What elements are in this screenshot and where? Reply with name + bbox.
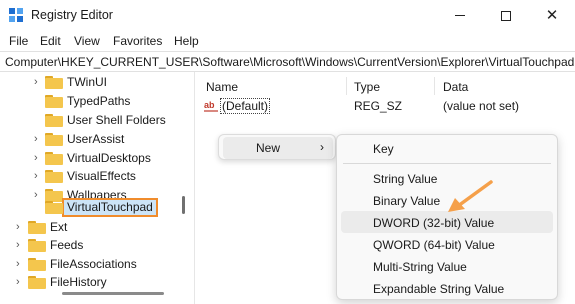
- submenu-item-label: Binary Value: [373, 194, 441, 208]
- menu-edit[interactable]: Edit: [40, 34, 61, 48]
- registry-editor-icon: [9, 8, 24, 23]
- folder-icon: [45, 95, 63, 108]
- value-type: REG_SZ: [354, 99, 403, 113]
- tree-item-feeds[interactable]: › Feeds: [0, 236, 194, 255]
- menu-favorites[interactable]: Favorites: [113, 34, 162, 48]
- key-tree[interactable]: › TWinUI TypedPaths User Shell Folders ›…: [0, 72, 195, 304]
- tree-item-visualeffects[interactable]: › VisualEffects: [0, 167, 194, 186]
- value-name: (Default): [222, 99, 269, 113]
- submenu-arrow-icon: ›: [320, 140, 324, 154]
- minimize-icon: [455, 15, 465, 16]
- folder-icon: [45, 170, 63, 183]
- tree-item-label: UserAssist: [67, 132, 125, 146]
- tree-item-virtualtouchpad[interactable]: VirtualTouchpad: [0, 198, 194, 217]
- tree-item-twinui[interactable]: › TWinUI: [0, 73, 194, 92]
- maximize-icon: [501, 10, 511, 21]
- context-menu: New ›: [218, 134, 336, 160]
- expand-chevron-icon[interactable]: ›: [34, 76, 44, 88]
- submenu-item-label: Key: [373, 142, 394, 156]
- submenu-item-dword-value[interactable]: DWORD (32-bit) Value: [341, 211, 553, 233]
- tree-item-label: FileHistory: [50, 275, 107, 289]
- tree-item-label: FileAssociations: [50, 257, 137, 271]
- column-header-type[interactable]: Type: [354, 80, 380, 94]
- title-bar: Registry Editor ✕: [0, 0, 575, 31]
- value-row[interactable]: ab (Default) REG_SZ (value not set): [198, 97, 575, 115]
- expand-chevron-icon[interactable]: ›: [34, 133, 44, 145]
- expand-chevron-icon[interactable]: ›: [16, 276, 26, 288]
- tree-item-typedpaths[interactable]: TypedPaths: [0, 92, 194, 111]
- tree-item-label: TypedPaths: [67, 94, 131, 108]
- tree-item-label: VirtualTouchpad: [67, 200, 153, 214]
- folder-icon: [28, 276, 46, 289]
- submenu-item-multi-string-value[interactable]: Multi-String Value: [341, 255, 553, 277]
- tree-item-filehistory[interactable]: › FileHistory: [0, 273, 194, 292]
- address-bar[interactable]: Computer\HKEY_CURRENT_USER\Software\Micr…: [0, 51, 575, 72]
- tree-item-userassist[interactable]: › UserAssist: [0, 130, 194, 149]
- new-submenu: Key String Value Binary Value DWORD (32-…: [336, 134, 558, 300]
- tree-item-label: Ext: [50, 220, 68, 234]
- column-divider[interactable]: [346, 77, 347, 95]
- column-header-data[interactable]: Data: [443, 80, 468, 94]
- tree-item-fileassociations[interactable]: › FileAssociations: [0, 255, 194, 274]
- submenu-item-qword-value[interactable]: QWORD (64-bit) Value: [341, 233, 553, 255]
- folder-icon: [45, 76, 63, 89]
- folder-icon: [45, 114, 63, 127]
- tree-item-label: User Shell Folders: [67, 113, 166, 127]
- tree-vertical-scrollbar[interactable]: [182, 196, 185, 214]
- expand-chevron-icon[interactable]: ›: [16, 221, 26, 233]
- folder-icon: [28, 221, 46, 234]
- folder-icon: [45, 201, 63, 214]
- value-data: (value not set): [443, 99, 520, 113]
- close-button[interactable]: ✕: [529, 0, 575, 31]
- tree-item-virtualdesktops[interactable]: › VirtualDesktops: [0, 149, 194, 168]
- folder-icon: [28, 239, 46, 252]
- maximize-button[interactable]: [483, 0, 529, 31]
- folder-icon: [28, 258, 46, 271]
- minimize-button[interactable]: [437, 0, 483, 31]
- submenu-item-label: String Value: [373, 172, 438, 186]
- close-icon: ✕: [545, 7, 559, 24]
- submenu-item-label: Multi-String Value: [373, 260, 467, 274]
- expand-chevron-icon[interactable]: ›: [34, 152, 44, 164]
- expand-chevron-icon[interactable]: ›: [16, 239, 26, 251]
- tree-horizontal-scrollbar[interactable]: [62, 292, 164, 295]
- tree-item-user-shell-folders[interactable]: User Shell Folders: [0, 111, 194, 130]
- folder-icon: [45, 152, 63, 165]
- menu-bar: File Edit View Favorites Help: [0, 31, 575, 51]
- window-title: Registry Editor: [31, 8, 113, 22]
- tree-item-label: TWinUI: [67, 75, 107, 89]
- submenu-item-label: QWORD (64-bit) Value: [373, 238, 495, 252]
- menu-file[interactable]: File: [9, 34, 28, 48]
- menu-separator: [343, 163, 551, 164]
- submenu-item-expandable-string-value[interactable]: Expandable String Value: [341, 277, 553, 299]
- folder-icon: [45, 133, 63, 146]
- menu-item-new-label: New: [256, 141, 281, 155]
- column-divider[interactable]: [434, 77, 435, 95]
- tree-item-label: Feeds: [50, 238, 84, 252]
- column-header-name[interactable]: Name: [206, 80, 238, 94]
- expand-chevron-icon[interactable]: ›: [34, 170, 44, 182]
- submenu-item-key[interactable]: Key: [341, 137, 553, 159]
- menu-item-new[interactable]: New ›: [223, 137, 333, 159]
- tree-item-label: VirtualDesktops: [67, 151, 151, 165]
- tree-item-label: VisualEffects: [67, 169, 136, 183]
- expand-chevron-icon[interactable]: ›: [16, 258, 26, 270]
- tree-item-ext[interactable]: › Ext: [0, 218, 194, 237]
- submenu-item-label: Expandable String Value: [373, 282, 505, 296]
- submenu-item-label: DWORD (32-bit) Value: [373, 216, 495, 230]
- menu-view[interactable]: View: [74, 34, 100, 48]
- string-value-icon: ab: [204, 99, 218, 112]
- callout-arrow-icon: [448, 180, 493, 212]
- menu-help[interactable]: Help: [174, 34, 199, 48]
